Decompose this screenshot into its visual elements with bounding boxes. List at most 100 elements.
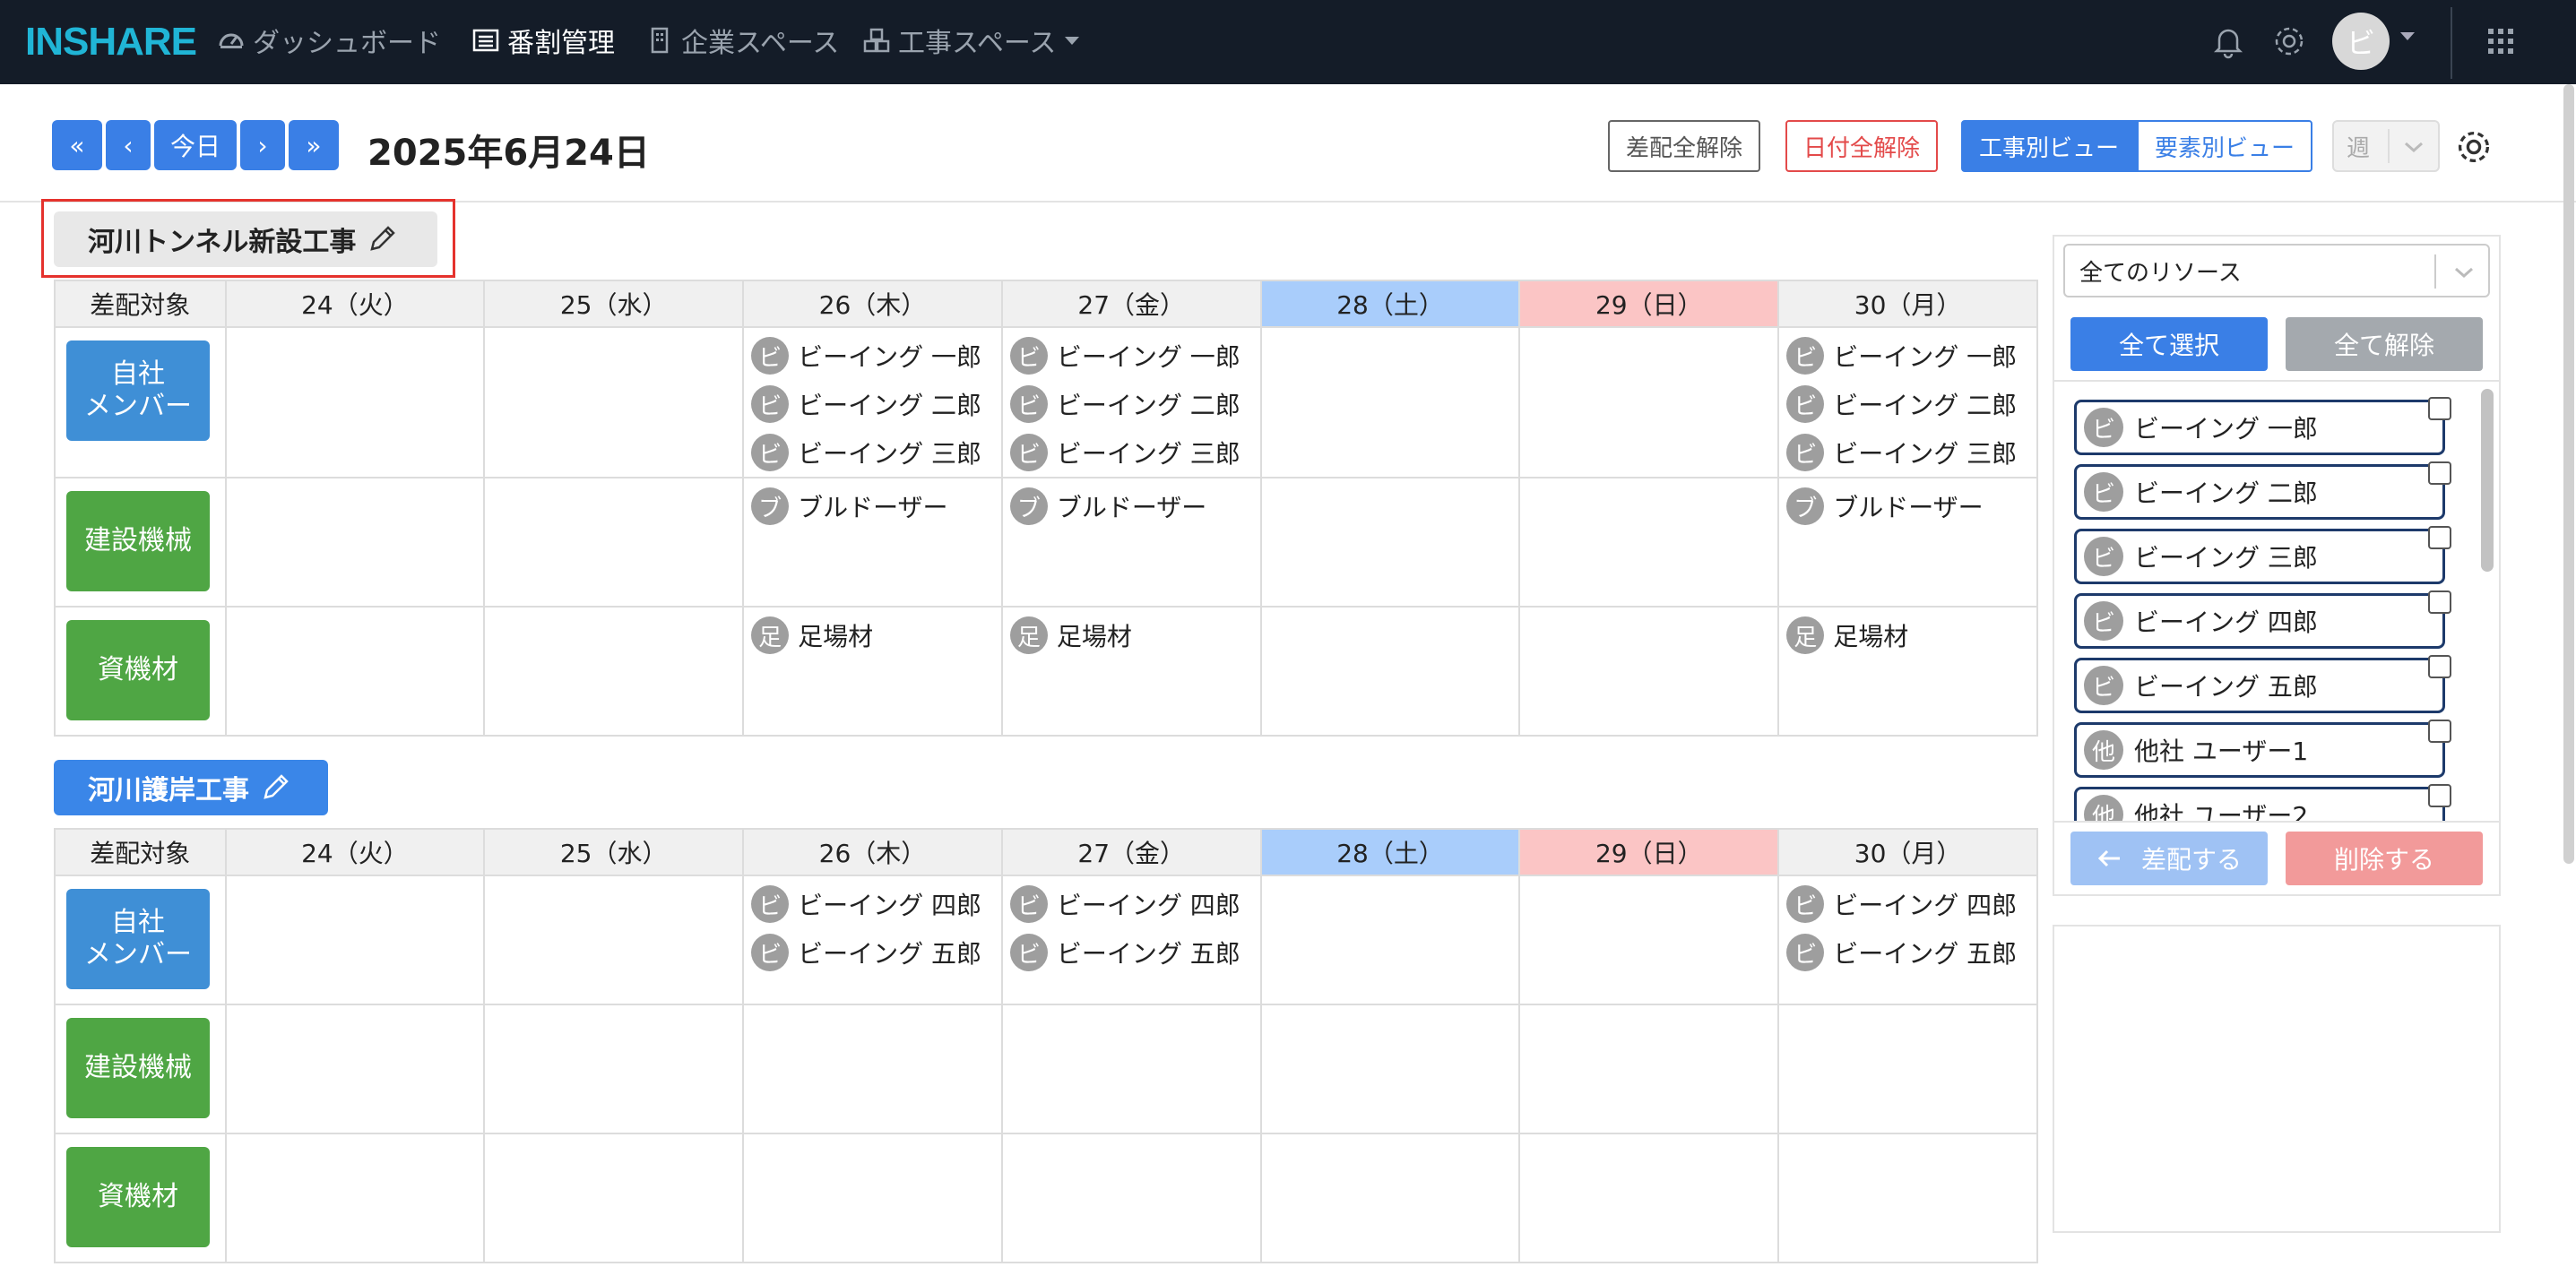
day-header[interactable]: 25（水） <box>483 280 745 328</box>
day-header[interactable]: 24（火） <box>224 280 486 328</box>
resource-checkbox[interactable] <box>2428 397 2451 420</box>
today-button[interactable]: 今日 <box>154 120 237 170</box>
day-cell[interactable]: 足足場材 <box>1000 606 1262 737</box>
day-cell[interactable]: 足足場材 <box>742 606 1003 737</box>
gear-icon[interactable] <box>2271 23 2307 59</box>
day-cell[interactable] <box>483 875 745 1005</box>
day-cell[interactable]: ビビーイング 一郎ビビーイング 二郎ビビーイング 三郎 <box>1000 326 1262 478</box>
assigned-resource[interactable]: 足足場材 <box>744 611 1001 659</box>
assigned-resource[interactable]: ビビーイング 三郎 <box>744 428 1001 477</box>
resource-checkbox[interactable] <box>2428 784 2451 807</box>
nav-company-space[interactable]: 企業スペース <box>645 20 839 61</box>
app-logo[interactable]: INSHARE <box>25 20 197 65</box>
day-cell[interactable]: ブブルドーザー <box>742 477 1003 608</box>
day-header[interactable]: 26（木） <box>742 280 1003 328</box>
assigned-resource[interactable]: ビビーイング 二郎 <box>1779 380 2036 428</box>
resource-checkbox[interactable] <box>2428 590 2451 614</box>
clear-all-dates-button[interactable]: 日付全解除 <box>1785 120 1938 172</box>
first-page-button[interactable]: « <box>52 120 102 170</box>
clear-all-assignments-button[interactable]: 差配全解除 <box>1608 120 1760 172</box>
day-cell[interactable] <box>742 1004 1003 1134</box>
day-cell[interactable] <box>483 326 745 478</box>
resource-item[interactable]: 他他社 ユーザー2 <box>2074 784 2451 821</box>
resource-item[interactable]: ビビーイング 三郎 <box>2074 526 2451 584</box>
deselect-all-button[interactable]: 全て解除 <box>2286 317 2483 371</box>
element-view-button[interactable]: 要素別ビュー <box>2137 120 2312 172</box>
day-header[interactable]: 29（日） <box>1518 828 1780 876</box>
resource-item[interactable]: ビビーイング 一郎 <box>2074 397 2451 455</box>
last-page-button[interactable]: » <box>289 120 339 170</box>
settings-gear-icon[interactable] <box>2454 127 2494 167</box>
day-cell[interactable] <box>1518 477 1780 608</box>
resource-item[interactable]: ビビーイング 四郎 <box>2074 590 2451 649</box>
pencil-icon[interactable] <box>260 772 290 803</box>
select-all-button[interactable]: 全て選択 <box>2070 317 2268 371</box>
day-cell[interactable] <box>1518 1004 1780 1134</box>
day-cell[interactable]: ブブルドーザー <box>1000 477 1262 608</box>
day-cell[interactable] <box>224 1133 486 1263</box>
user-avatar[interactable]: ビ <box>2332 13 2390 70</box>
resource-item[interactable]: ビビーイング 二郎 <box>2074 461 2451 520</box>
resource-list-scroll-thumb[interactable] <box>2481 389 2494 572</box>
day-header[interactable]: 30（月） <box>1777 828 2038 876</box>
day-cell[interactable]: ビビーイング 四郎ビビーイング 五郎 <box>1000 875 1262 1005</box>
day-cell[interactable] <box>1259 326 1521 478</box>
day-cell[interactable] <box>1259 477 1521 608</box>
resource-list[interactable]: ビビーイング 一郎ビビーイング 二郎ビビーイング 三郎ビビーイング 四郎ビビーイ… <box>2054 380 2499 823</box>
day-cell[interactable] <box>224 875 486 1005</box>
project-view-button[interactable]: 工事別ビュー <box>1961 120 2137 172</box>
day-cell[interactable] <box>483 1004 745 1134</box>
day-header[interactable]: 27（金） <box>1000 828 1262 876</box>
day-cell[interactable]: ビビーイング 一郎ビビーイング 二郎ビビーイング 三郎 <box>742 326 1003 478</box>
day-header[interactable]: 28（土） <box>1259 280 1521 328</box>
resource-item[interactable]: ビビーイング 五郎 <box>2074 655 2451 713</box>
day-cell[interactable] <box>224 606 486 737</box>
apps-grid-icon[interactable] <box>2483 23 2519 59</box>
pencil-icon[interactable] <box>367 224 397 254</box>
project-title-2[interactable]: 河川護岸工事 <box>54 760 328 815</box>
day-cell[interactable]: ブブルドーザー <box>1777 477 2038 608</box>
assigned-resource[interactable]: ビビーイング 二郎 <box>1003 380 1260 428</box>
day-header[interactable]: 29（日） <box>1518 280 1780 328</box>
nav-project-space[interactable]: 工事スペース <box>862 20 1080 61</box>
assigned-resource[interactable]: ビビーイング 五郎 <box>744 928 1001 977</box>
day-cell[interactable] <box>1518 606 1780 737</box>
day-cell[interactable] <box>483 477 745 608</box>
assigned-resource[interactable]: ビビーイング 一郎 <box>1003 332 1260 380</box>
day-cell[interactable] <box>1000 1004 1262 1134</box>
resource-checkbox[interactable] <box>2428 526 2451 549</box>
day-cell[interactable] <box>483 606 745 737</box>
delete-button[interactable]: 削除する <box>2286 832 2483 885</box>
assigned-resource[interactable]: ビビーイング 二郎 <box>744 380 1001 428</box>
day-cell[interactable] <box>224 477 486 608</box>
assigned-resource[interactable]: 足足場材 <box>1779 611 2036 659</box>
assigned-resource[interactable]: ビビーイング 三郎 <box>1779 428 2036 477</box>
assigned-resource[interactable]: ビビーイング 一郎 <box>744 332 1001 380</box>
assign-button[interactable]: 差配する <box>2070 832 2268 885</box>
day-cell[interactable] <box>1259 1004 1521 1134</box>
page-scrollbar[interactable] <box>2563 84 2574 864</box>
assigned-resource[interactable]: ブブルドーザー <box>744 482 1001 530</box>
day-cell[interactable] <box>1000 1133 1262 1263</box>
assigned-resource[interactable]: ビビーイング 四郎 <box>1779 880 2036 928</box>
day-header[interactable]: 28（土） <box>1259 828 1521 876</box>
resource-checkbox[interactable] <box>2428 461 2451 485</box>
resource-checkbox[interactable] <box>2428 720 2451 743</box>
assigned-resource[interactable]: ビビーイング 四郎 <box>744 880 1001 928</box>
day-cell[interactable] <box>1777 1133 2038 1263</box>
resource-filter-select[interactable]: 全てのリソース <box>2063 244 2490 297</box>
project-title-1[interactable]: 河川トンネル新設工事 <box>54 211 437 267</box>
day-cell[interactable]: ビビーイング 四郎ビビーイング 五郎 <box>1777 875 2038 1005</box>
assigned-resource[interactable]: ブブルドーザー <box>1003 482 1260 530</box>
resource-item[interactable]: 他他社 ユーザー1 <box>2074 720 2451 778</box>
day-cell[interactable]: ビビーイング 一郎ビビーイング 二郎ビビーイング 三郎 <box>1777 326 2038 478</box>
day-cell[interactable] <box>1518 1133 1780 1263</box>
period-select[interactable]: 週 <box>2332 120 2440 172</box>
day-cell[interactable] <box>483 1133 745 1263</box>
day-cell[interactable] <box>1259 606 1521 737</box>
day-cell[interactable] <box>1518 875 1780 1005</box>
day-header[interactable]: 27（金） <box>1000 280 1262 328</box>
day-cell[interactable] <box>224 326 486 478</box>
chevron-down-icon[interactable] <box>2400 32 2415 40</box>
assigned-resource[interactable]: ビビーイング 一郎 <box>1779 332 2036 380</box>
